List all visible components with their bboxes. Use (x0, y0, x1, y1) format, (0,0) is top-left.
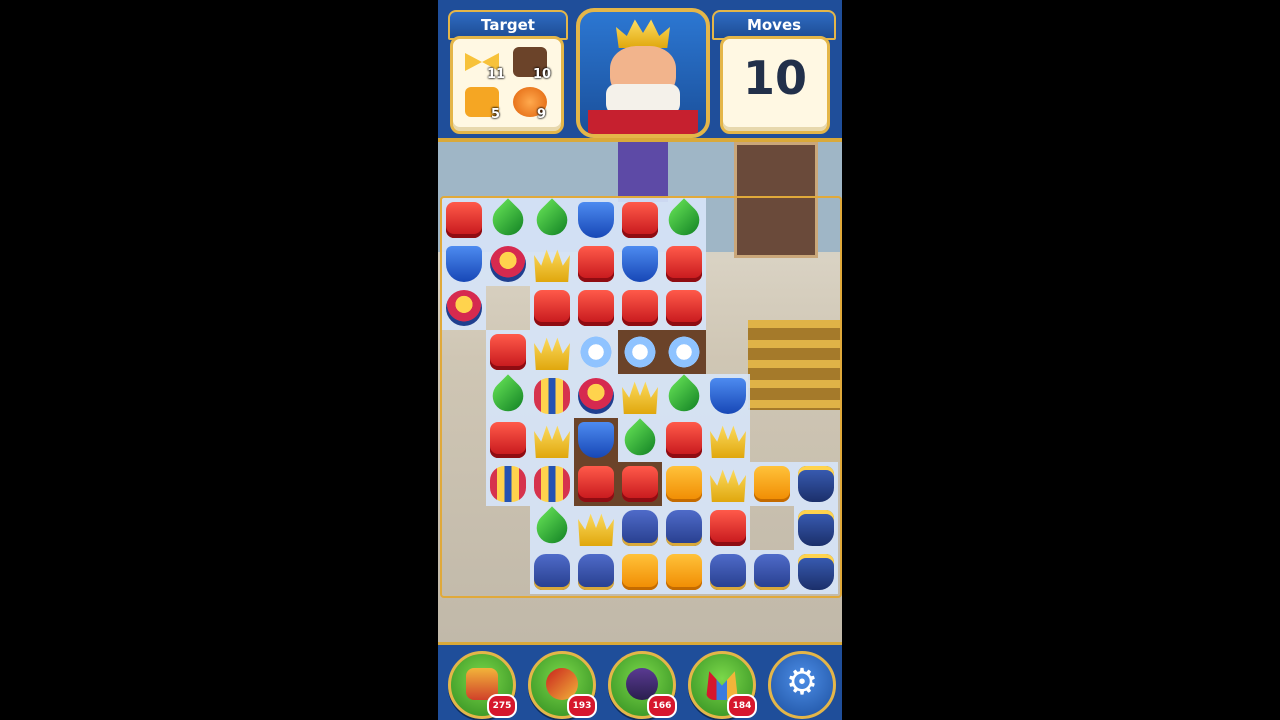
game-screen: Target 11 10 5 9 Moves 10 275 193 166 18… (438, 0, 842, 720)
urn[interactable] (534, 466, 570, 502)
orange-tile[interactable] (666, 554, 702, 590)
red-block[interactable] (622, 290, 658, 326)
blue-shield[interactable] (710, 378, 746, 414)
treasure-chest[interactable] (622, 510, 658, 546)
blue-shield[interactable] (578, 422, 614, 458)
red-block[interactable] (666, 246, 702, 282)
cauldron[interactable] (798, 554, 834, 590)
blue-shield[interactable] (578, 202, 614, 238)
red-block[interactable] (710, 510, 746, 546)
gear-icon: ⚙ (785, 662, 819, 703)
cauldron[interactable] (798, 466, 834, 502)
helmet[interactable] (578, 378, 614, 414)
red-block[interactable] (578, 246, 614, 282)
sparkle-effect[interactable] (622, 334, 658, 370)
red-block[interactable] (622, 466, 658, 502)
red-block[interactable] (666, 422, 702, 458)
hammer-booster[interactable]: 275 (448, 651, 517, 719)
booster-count: 166 (647, 694, 677, 718)
blue-shield[interactable] (446, 246, 482, 282)
orange-tile[interactable] (666, 466, 702, 502)
red-block[interactable] (578, 290, 614, 326)
booster-count: 275 (487, 694, 517, 718)
cauldron[interactable] (798, 510, 834, 546)
jester-hat-booster[interactable]: 184 (688, 651, 757, 719)
treasure-chest[interactable] (710, 554, 746, 590)
treasure-chest[interactable] (666, 510, 702, 546)
sparkle-effect[interactable] (666, 334, 702, 370)
booster-count: 193 (567, 694, 597, 718)
arrow-booster[interactable]: 193 (528, 651, 597, 719)
booster-bar: 275 193 166 184 ⚙ (438, 642, 842, 720)
blue-shield[interactable] (622, 246, 658, 282)
red-block[interactable] (446, 202, 482, 238)
sparkle-effect[interactable] (578, 334, 614, 370)
settings-button[interactable]: ⚙ (768, 651, 836, 719)
game-board[interactable] (438, 0, 842, 600)
orange-tile[interactable] (622, 554, 658, 590)
red-block[interactable] (578, 466, 614, 502)
treasure-chest[interactable] (534, 554, 570, 590)
helmet[interactable] (446, 290, 482, 326)
red-block[interactable] (666, 290, 702, 326)
red-block[interactable] (622, 202, 658, 238)
booster-count: 184 (727, 694, 757, 718)
helmet[interactable] (490, 246, 526, 282)
urn[interactable] (534, 378, 570, 414)
treasure-chest[interactable] (754, 554, 790, 590)
urn[interactable] (490, 466, 526, 502)
red-block[interactable] (490, 422, 526, 458)
orange-tile[interactable] (754, 466, 790, 502)
cannon-booster[interactable]: 166 (608, 651, 677, 719)
treasure-chest[interactable] (578, 554, 614, 590)
red-block[interactable] (490, 334, 526, 370)
red-block[interactable] (534, 290, 570, 326)
